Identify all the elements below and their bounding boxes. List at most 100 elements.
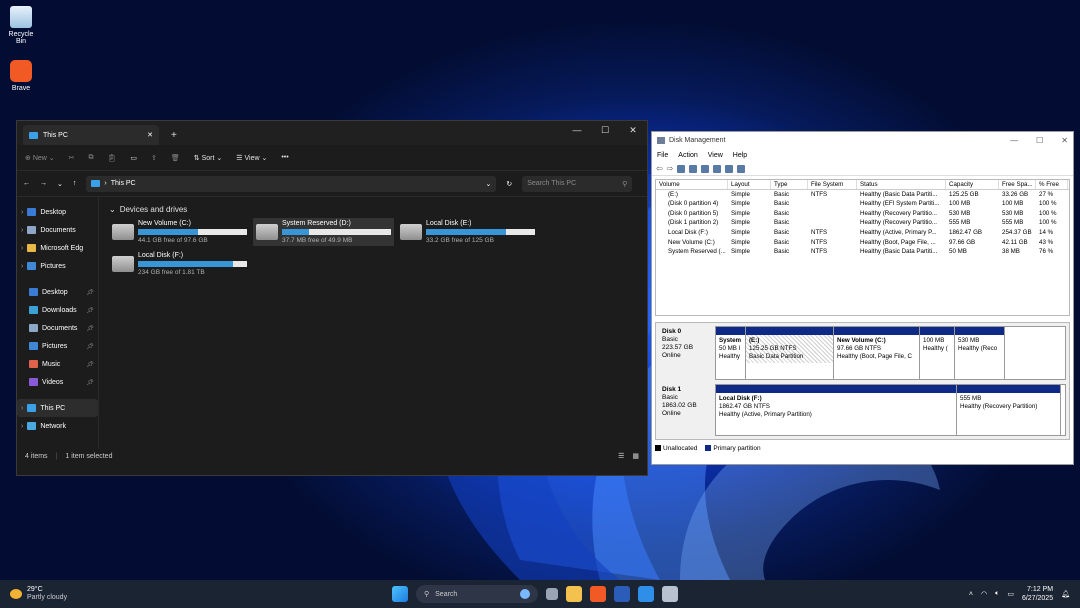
forward-arrow-icon[interactable]: ⇨ — [667, 164, 674, 173]
minimize-button[interactable]: — — [563, 121, 591, 139]
column-header[interactable]: Volume — [656, 180, 728, 189]
defender-icon[interactable] — [638, 586, 654, 602]
back-arrow-icon[interactable]: ⇦ — [656, 164, 663, 173]
key-icon[interactable] — [713, 164, 722, 173]
table-row[interactable]: (Disk 1 partition 2) Simple Basic Healthy (… — [656, 218, 1069, 228]
close-button[interactable]: ✕ — [619, 121, 647, 139]
quick-access-documents[interactable]: Documents 📌︎ — [17, 319, 98, 337]
drive-tile[interactable]: System Reserved (D:) 37.7 MB free of 49.9… — [253, 218, 394, 246]
chevron-up-icon[interactable]: ˄ — [969, 591, 973, 598]
partition-block[interactable]: 530 MB Healthy (Reco — [955, 327, 1005, 379]
search-input[interactable]: Search This PC ⚲ — [522, 175, 633, 192]
partition-block[interactable]: New Volume (C:) 97.66 GB NTFS Healthy (Boo… — [834, 327, 920, 379]
quick-access-downloads[interactable]: Downloads 📌︎ — [17, 301, 98, 319]
column-header[interactable]: Capacity — [946, 180, 999, 189]
tiles-view-icon[interactable]: ▦ — [632, 452, 639, 460]
notification-bell-icon[interactable]: 🔔︎ — [1061, 590, 1070, 598]
desktop-icon-brave[interactable]: Brave — [4, 60, 38, 92]
nav-item-microsoft-edge[interactable]: › Microsoft Edg — [17, 239, 98, 257]
list-view-icon[interactable] — [737, 164, 746, 173]
table-row[interactable]: New Volume (C:) Simple Basic NTFS Healthy (B… — [656, 238, 1069, 248]
column-header[interactable]: Status — [857, 180, 946, 189]
help-icon[interactable] — [689, 164, 698, 173]
properties-icon[interactable] — [677, 164, 686, 173]
wifi-icon[interactable]: ◠ — [981, 590, 987, 598]
nav-item-pictures[interactable]: › Pictures — [17, 257, 98, 275]
clock[interactable]: 7:12 PM 6/27/2025 — [1022, 585, 1053, 603]
column-header[interactable]: Layout — [728, 180, 771, 189]
delete-icon[interactable]: 🗑︎ — [171, 154, 180, 162]
menu-file[interactable]: File — [657, 152, 668, 159]
column-header[interactable]: % Free — [1036, 180, 1068, 189]
close-tab-icon[interactable]: ✕ — [147, 131, 153, 139]
nav-item-desktop[interactable]: › Desktop — [17, 203, 98, 221]
cut-icon[interactable]: ✂ — [69, 154, 75, 162]
minimize-button[interactable]: — — [1010, 136, 1018, 145]
table-row[interactable]: (E:) Simple Basic NTFS Healthy (Basic Data P… — [656, 190, 1069, 200]
desktop-icon-recycle-bin[interactable]: Recycle Bin — [4, 6, 38, 45]
view-button[interactable]: ☰ View ⌄ — [236, 154, 267, 162]
paste-icon[interactable]: 📋︎ — [108, 154, 117, 162]
copy-icon[interactable]: ⧉ — [89, 154, 94, 162]
history-chevron-icon[interactable]: ⌄ — [57, 180, 63, 188]
column-header[interactable]: Type — [771, 180, 808, 189]
table-row[interactable]: Local Disk (F:) Simple Basic NTFS Healthy (A… — [656, 228, 1069, 238]
drive-tile[interactable]: Local Disk (F:) 234 GB free of 1.81 TB — [109, 250, 250, 278]
table-row[interactable]: System Reserved (... Simple Basic NTFS Healt… — [656, 247, 1069, 257]
partition-block[interactable]: System 50 MB I Healthy — [716, 327, 746, 379]
start-button[interactable] — [392, 586, 408, 602]
menu-action[interactable]: Action — [678, 152, 697, 159]
address-dropdown-icon[interactable]: ⌄ — [486, 180, 492, 188]
battery-icon[interactable]: ▭ — [1007, 590, 1014, 598]
partition-block[interactable]: (E:) 125.25 GB NTFS Basic Data Partition — [746, 327, 834, 379]
partition-size: 97.66 GB NTFS — [837, 345, 882, 352]
share-icon[interactable]: ⇪ — [151, 154, 157, 162]
word-icon[interactable] — [614, 586, 630, 602]
forward-arrow-icon[interactable]: → — [40, 180, 47, 187]
menu-help[interactable]: Help — [733, 152, 747, 159]
disk-label[interactable]: Disk 0 Basic 223.57 GB Online — [659, 326, 715, 380]
devices-section-header[interactable]: ⌄ Devices and drives — [109, 205, 637, 214]
drive-tile[interactable]: New Volume (C:) 44.1 GB free of 97.6 GB — [109, 218, 250, 246]
quick-access-desktop[interactable]: Desktop 📌︎ — [17, 283, 98, 301]
rename-icon[interactable]: ▭ — [130, 154, 137, 162]
file-explorer-icon[interactable] — [566, 586, 582, 602]
brave-icon[interactable] — [590, 586, 606, 602]
maximize-button[interactable]: ☐ — [591, 121, 619, 139]
partition-block[interactable]: 555 MB Healthy (Recovery Partition) — [957, 385, 1061, 435]
table-row[interactable]: (Disk 0 partition 4) Simple Basic Healthy (… — [656, 199, 1069, 209]
maximize-button[interactable]: ☐ — [1036, 136, 1043, 145]
tab-this-pc[interactable]: This PC ✕ — [23, 125, 159, 145]
weather-widget[interactable]: 29°C Partly cloudy — [10, 586, 67, 602]
close-button[interactable]: ✕ — [1061, 136, 1068, 145]
column-header[interactable]: Free Spa... — [999, 180, 1036, 189]
nav-item-documents[interactable]: › Documents — [17, 221, 98, 239]
partition-block[interactable]: 100 MB Healthy ( — [920, 327, 955, 379]
volume-icon[interactable]: 🔈︎ — [995, 590, 999, 598]
partition-block[interactable]: Local Disk (F:) 1862.47 GB NTFS Healthy (A… — [716, 385, 957, 435]
details-view-icon[interactable]: ☰ — [618, 452, 624, 460]
disk-label[interactable]: Disk 1 Basic 1863.02 GB Online — [659, 384, 715, 436]
console-icon[interactable] — [701, 164, 710, 173]
quick-access-videos[interactable]: Videos 📌︎ — [17, 373, 98, 391]
up-arrow-icon[interactable]: ↑ — [73, 180, 77, 187]
more-options-icon[interactable]: ••• — [281, 154, 288, 161]
taskbar-search[interactable]: ⚲ Search — [416, 585, 538, 603]
back-arrow-icon[interactable]: ← — [23, 180, 30, 187]
column-header[interactable]: File System — [808, 180, 857, 189]
menu-view[interactable]: View — [708, 152, 723, 159]
sort-button[interactable]: ⇅ Sort ⌄ — [194, 154, 222, 162]
nav-item-this-pc[interactable]: › This PC — [17, 399, 98, 417]
address-bar[interactable]: › This PC ⌄ — [86, 175, 497, 192]
drive-tile[interactable]: Local Disk (E:) 33.2 GB free of 125 GB — [397, 218, 538, 246]
nav-item-network[interactable]: › Network — [17, 417, 98, 435]
disk-management-icon[interactable] — [662, 586, 678, 602]
refresh-icon[interactable]: ↻ — [506, 180, 512, 188]
checklist-icon[interactable] — [725, 164, 734, 173]
table-row[interactable]: (Disk 0 partition 5) Simple Basic Healthy (… — [656, 209, 1069, 219]
quick-access-pictures[interactable]: Pictures 📌︎ — [17, 337, 98, 355]
quick-access-music[interactable]: Music 📌︎ — [17, 355, 98, 373]
task-view-icon[interactable] — [546, 588, 558, 600]
new-button[interactable]: ⊕ New ⌄ — [25, 154, 55, 162]
new-tab-button[interactable]: + — [171, 130, 177, 141]
